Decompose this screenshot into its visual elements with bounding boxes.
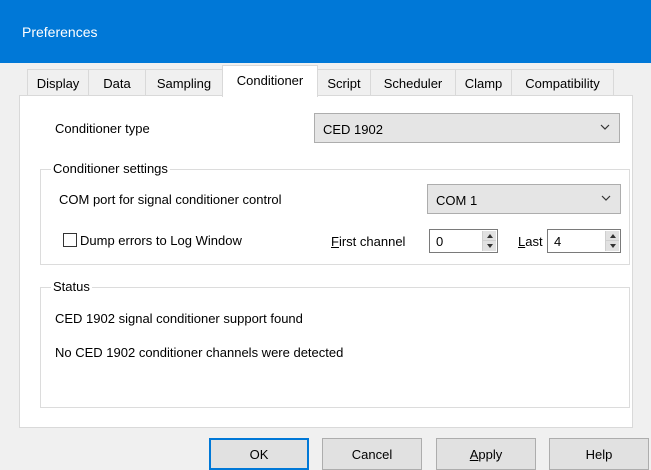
last-channel-value: 4 [554, 234, 562, 249]
ok-button[interactable]: OK [209, 438, 309, 470]
conditioner-type-label: Conditioner type [55, 121, 150, 136]
first-channel-label-rest: irst channel [338, 234, 406, 249]
first-channel-label: First channel [331, 234, 405, 249]
com-port-select[interactable]: COM 1 [427, 184, 621, 214]
status-line-channels: No CED 1902 conditioner channels were de… [55, 345, 344, 360]
last-channel-spin-buttons [605, 231, 619, 251]
last-channel-label-rest: ast [525, 234, 543, 249]
tab-clamp[interactable]: Clamp [455, 69, 512, 96]
tab-conditioner[interactable]: Conditioner [222, 65, 318, 97]
last-channel-spinner[interactable]: 4 [547, 229, 621, 253]
apply-button[interactable]: Apply [436, 438, 536, 470]
tab-compatibility[interactable]: Compatibility [511, 69, 614, 96]
dump-errors-label[interactable]: Dump errors to Log Window [80, 233, 242, 248]
tab-strip: Display Data Sampling Conditioner Script… [0, 63, 651, 97]
conditioner-settings-label: Conditioner settings [51, 161, 170, 176]
status-line-support: CED 1902 signal conditioner support foun… [55, 311, 303, 326]
spin-up-icon[interactable] [606, 231, 619, 241]
tab-scheduler[interactable]: Scheduler [370, 69, 456, 96]
spin-down-icon[interactable] [483, 241, 496, 251]
title-bar[interactable]: Preferences [0, 0, 651, 63]
tab-sampling[interactable]: Sampling [145, 69, 223, 96]
first-channel-value: 0 [436, 234, 444, 249]
help-button[interactable]: Help [549, 438, 649, 470]
first-channel-spinner[interactable]: 0 [429, 229, 498, 253]
tab-display[interactable]: Display [27, 69, 89, 96]
first-channel-spin-buttons [482, 231, 496, 251]
tab-data[interactable]: Data [88, 69, 146, 96]
com-port-value: COM 1 [436, 193, 478, 208]
window-title: Preferences [22, 24, 98, 40]
tab-script[interactable]: Script [317, 69, 371, 96]
com-port-label: COM port for signal conditioner control [59, 192, 282, 207]
chevron-down-icon [601, 195, 611, 201]
first-channel-accel: F [331, 234, 339, 249]
spin-up-icon[interactable] [483, 231, 496, 241]
conditioner-type-select[interactable]: CED 1902 [314, 113, 620, 143]
status-label: Status [51, 279, 92, 294]
last-channel-label: Last [518, 234, 543, 249]
conditioner-type-value: CED 1902 [323, 122, 383, 137]
conditioner-tab-panel: Conditioner type CED 1902 Conditioner se… [19, 95, 633, 428]
dump-errors-checkbox[interactable] [63, 233, 77, 247]
spin-down-icon[interactable] [606, 241, 619, 251]
apply-label-rest: pply [478, 447, 503, 462]
preferences-dialog: Preferences Display Data Sampling Condit… [0, 0, 651, 470]
chevron-down-icon [600, 124, 610, 130]
cancel-button[interactable]: Cancel [322, 438, 422, 470]
